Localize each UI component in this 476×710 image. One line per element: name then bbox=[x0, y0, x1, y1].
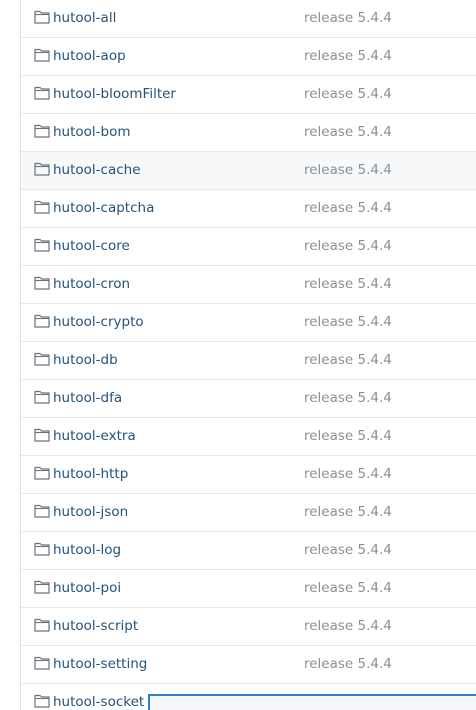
file-name-link[interactable]: hutool-bom bbox=[53, 123, 131, 141]
file-name-link[interactable]: hutool-dfa bbox=[53, 389, 122, 407]
commit-message-link[interactable]: release 5.4.4 bbox=[304, 199, 392, 217]
folder-icon bbox=[34, 427, 50, 442]
folder-icon bbox=[34, 237, 50, 252]
file-row[interactable]: hutool-log release 5.4.4 bbox=[21, 532, 476, 570]
folder-icon bbox=[34, 9, 50, 24]
file-row[interactable]: hutool-setting release 5.4.4 bbox=[21, 646, 476, 684]
file-row[interactable]: hutool-captcha release 5.4.4 bbox=[21, 190, 476, 228]
commit-message-link[interactable]: release 5.4.4 bbox=[304, 617, 392, 635]
tooltip-popup bbox=[148, 694, 476, 710]
folder-icon bbox=[34, 313, 50, 328]
file-name-link[interactable]: hutool-socket bbox=[53, 693, 144, 710]
commit-message-link[interactable]: release 5.4.4 bbox=[304, 655, 392, 673]
file-name-link[interactable]: hutool-cron bbox=[53, 275, 130, 293]
file-row[interactable]: hutool-http release 5.4.4 bbox=[21, 456, 476, 494]
commit-message-link[interactable]: release 5.4.4 bbox=[304, 465, 392, 483]
commit-message-link[interactable]: release 5.4.4 bbox=[304, 351, 392, 369]
file-row[interactable]: hutool-extra release 5.4.4 bbox=[21, 418, 476, 456]
file-row[interactable]: hutool-core release 5.4.4 bbox=[21, 228, 476, 266]
commit-message-link[interactable]: release 5.4.4 bbox=[304, 427, 392, 445]
folder-icon bbox=[34, 389, 50, 404]
folder-icon bbox=[34, 465, 50, 480]
folder-icon bbox=[34, 161, 50, 176]
file-row[interactable]: hutool-aop release 5.4.4 bbox=[21, 38, 476, 76]
file-name-link[interactable]: hutool-poi bbox=[53, 579, 121, 597]
file-row[interactable]: hutool-dfa release 5.4.4 bbox=[21, 380, 476, 418]
commit-message-link[interactable]: release 5.4.4 bbox=[304, 47, 392, 65]
file-name-link[interactable]: hutool-crypto bbox=[53, 313, 144, 331]
file-name-link[interactable]: hutool-bloomFilter bbox=[53, 85, 176, 103]
file-name-link[interactable]: hutool-log bbox=[53, 541, 121, 559]
file-name-link[interactable]: hutool-core bbox=[53, 237, 130, 255]
file-name-link[interactable]: hutool-aop bbox=[53, 47, 126, 65]
file-row[interactable]: hutool-bloomFilter release 5.4.4 bbox=[21, 76, 476, 114]
commit-message-link[interactable]: release 5.4.4 bbox=[304, 503, 392, 521]
file-name-link[interactable]: hutool-script bbox=[53, 617, 138, 635]
commit-message-link[interactable]: release 5.4.4 bbox=[304, 275, 392, 293]
file-row[interactable]: hutool-poi release 5.4.4 bbox=[21, 570, 476, 608]
file-row[interactable]: hutool-cache release 5.4.4 bbox=[21, 152, 476, 190]
file-name-link[interactable]: hutool-setting bbox=[53, 655, 147, 673]
file-row[interactable]: hutool-crypto release 5.4.4 bbox=[21, 304, 476, 342]
file-row[interactable]: hutool-script release 5.4.4 bbox=[21, 608, 476, 646]
commit-message-link[interactable]: release 5.4.4 bbox=[304, 541, 392, 559]
file-row[interactable]: hutool-db release 5.4.4 bbox=[21, 342, 476, 380]
folder-icon bbox=[34, 693, 50, 708]
folder-icon bbox=[34, 123, 50, 138]
file-name-link[interactable]: hutool-extra bbox=[53, 427, 136, 445]
file-name-link[interactable]: hutool-cache bbox=[53, 161, 141, 179]
file-name-link[interactable]: hutool-captcha bbox=[53, 199, 154, 217]
file-name-link[interactable]: hutool-db bbox=[53, 351, 118, 369]
commit-message-link[interactable]: release 5.4.4 bbox=[304, 161, 392, 179]
folder-icon bbox=[34, 85, 50, 100]
commit-message-link[interactable]: release 5.4.4 bbox=[304, 313, 392, 331]
folder-icon bbox=[34, 47, 50, 62]
file-name-link[interactable]: hutool-http bbox=[53, 465, 128, 483]
file-list: hutool-all release 5.4.4 hutool-aop release… bbox=[21, 0, 476, 710]
file-row[interactable]: hutool-json release 5.4.4 bbox=[21, 494, 476, 532]
commit-message-link[interactable]: release 5.4.4 bbox=[304, 237, 392, 255]
file-row[interactable]: hutool-all release 5.4.4 bbox=[21, 0, 476, 38]
folder-icon bbox=[34, 617, 50, 632]
folder-icon bbox=[34, 655, 50, 670]
commit-message-link[interactable]: release 5.4.4 bbox=[304, 85, 392, 103]
file-row[interactable]: hutool-bom release 5.4.4 bbox=[21, 114, 476, 152]
folder-icon bbox=[34, 579, 50, 594]
commit-message-link[interactable]: release 5.4.4 bbox=[304, 389, 392, 407]
folder-icon bbox=[34, 503, 50, 518]
folder-icon bbox=[34, 541, 50, 556]
commit-message-link[interactable]: release 5.4.4 bbox=[304, 579, 392, 597]
file-name-link[interactable]: hutool-json bbox=[53, 503, 128, 521]
commit-message-link[interactable]: release 5.4.4 bbox=[304, 123, 392, 141]
folder-icon bbox=[34, 351, 50, 366]
folder-icon bbox=[34, 199, 50, 214]
repo-file-browser: hutool-all release 5.4.4 hutool-aop release… bbox=[0, 0, 476, 710]
folder-icon bbox=[34, 275, 50, 290]
commit-message-link[interactable]: release 5.4.4 bbox=[304, 9, 392, 27]
file-name-link[interactable]: hutool-all bbox=[53, 9, 116, 27]
file-row[interactable]: hutool-cron release 5.4.4 bbox=[21, 266, 476, 304]
